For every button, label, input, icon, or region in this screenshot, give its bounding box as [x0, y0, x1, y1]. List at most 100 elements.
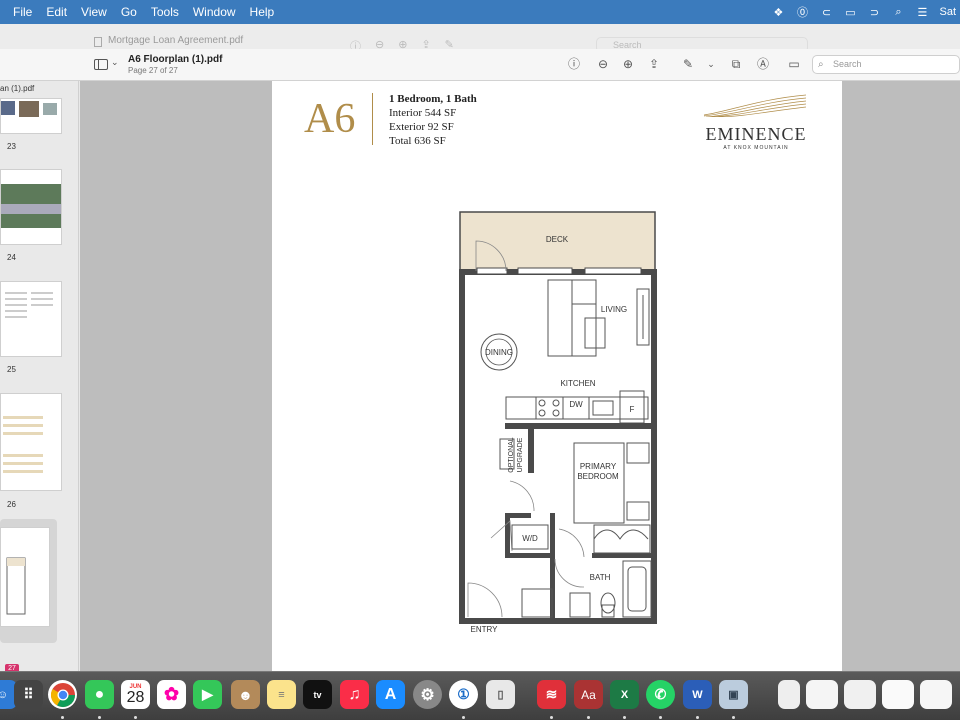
control-center-icon[interactable]: ☰ — [915, 6, 929, 19]
chevron-down-icon[interactable]: ⌄ — [704, 57, 718, 71]
room-label-living: LIVING — [600, 305, 628, 314]
menu-go[interactable]: Go — [114, 5, 144, 19]
menu-view[interactable]: View — [74, 5, 114, 19]
page-thumbnail-selected[interactable] — [0, 527, 50, 627]
page-number: 25 — [7, 365, 16, 374]
interior-walls — [505, 423, 654, 621]
calendar-day: 28 — [126, 688, 145, 706]
status-area: ❖ ⓪ ⊂ ▭ ⊃ ⌕ ☰ Sat — [771, 0, 960, 24]
running-indicator — [587, 716, 590, 719]
running-indicator — [623, 716, 626, 719]
app-store-icon[interactable]: A — [376, 680, 405, 709]
running-indicator — [696, 716, 699, 719]
running-indicator — [659, 716, 662, 719]
current-page-badge: 27 — [5, 664, 19, 671]
thumbnail-sidebar: an (1).pdf 23 24 25 26 27 — [0, 81, 79, 671]
calendar-icon[interactable]: JUN 28 — [121, 680, 150, 709]
markup-pen-icon[interactable]: ✎ — [681, 57, 695, 71]
room-label-bath: BATH — [589, 573, 611, 582]
running-indicator — [462, 716, 465, 719]
sidebar-toggle-icon[interactable] — [94, 59, 108, 70]
search-icon: ⌕ — [818, 59, 824, 70]
onepassword-icon[interactable]: ① — [449, 680, 478, 709]
screen-share-icon[interactable]: ⊃ — [867, 6, 881, 19]
word-icon[interactable]: W — [683, 680, 712, 709]
facetime-icon[interactable]: ▶ — [193, 680, 222, 709]
optional-upgrade-label: OPTIONAL UPGRADE — [508, 437, 524, 473]
menu-window[interactable]: Window — [186, 5, 243, 19]
page-number: 23 — [7, 142, 16, 151]
menu-tools[interactable]: Tools — [144, 5, 186, 19]
recent-window-thumbnail[interactable] — [778, 680, 800, 709]
whatsapp-icon[interactable]: ✆ — [646, 680, 675, 709]
page-indicator: Page 27 of 27 — [128, 66, 178, 75]
search-input[interactable]: ⌕ Search — [812, 55, 960, 74]
onepassword-icon[interactable]: ⓪ — [795, 6, 809, 19]
fridge-label: F — [629, 405, 635, 414]
tv-icon[interactable]: tv — [303, 680, 332, 709]
chevron-down-icon[interactable]: ⌄ — [111, 57, 119, 68]
dishwasher-label: DW — [569, 400, 583, 409]
markup-icon[interactable]: Ⓐ — [756, 57, 770, 71]
dictionary-icon[interactable]: Aa — [574, 680, 603, 709]
recent-window-thumbnail[interactable] — [882, 680, 914, 709]
page-thumbnail[interactable] — [0, 98, 62, 134]
running-indicator — [550, 716, 553, 719]
exterior-walls — [459, 269, 657, 624]
info-icon[interactable]: ⓘ — [567, 57, 581, 71]
living-furniture — [547, 279, 650, 357]
recent-window-thumbnail[interactable] — [806, 680, 838, 709]
page-thumbnail[interactable] — [0, 169, 62, 245]
rotate-icon[interactable]: ⧉ — [729, 57, 743, 71]
launchpad-icon[interactable]: ⠿ — [14, 680, 43, 709]
background-window-title[interactable]: Mortgage Loan Agreement.pdf — [108, 35, 243, 46]
room-label-deck: DECK — [545, 235, 569, 244]
spark-icon[interactable]: ≋ — [537, 680, 566, 709]
music-icon[interactable]: ♫ — [340, 680, 369, 709]
room-label-bedroom-line2: BEDROOM — [577, 472, 619, 481]
running-indicator — [134, 716, 137, 719]
preview-icon[interactable]: ▣ — [719, 680, 748, 709]
share-icon[interactable]: ⇪ — [647, 57, 661, 71]
recent-window-thumbnail[interactable] — [920, 680, 952, 709]
pdf-page: A6 1 Bedroom, 1 Bath Interior 544 SF Ext… — [272, 81, 842, 671]
running-indicator — [732, 716, 735, 719]
page-number: 26 — [7, 500, 16, 509]
menu-help[interactable]: Help — [243, 5, 282, 19]
thumbnail-image — [1, 101, 57, 117]
preview-window: ⌄ A6 Floorplan (1).pdf Page 27 of 27 ⓘ ⊖… — [0, 49, 960, 671]
menu-bar: File Edit View Go Tools Window Help ❖ ⓪ … — [0, 0, 960, 24]
room-label-entry: ENTRY — [470, 625, 498, 634]
form-fill-icon[interactable]: ▭ — [787, 57, 801, 71]
floorplan-drawing — [459, 211, 657, 624]
zoom-out-icon[interactable]: ⊖ — [596, 57, 610, 71]
photos-icon[interactable]: ✿ — [157, 680, 186, 709]
background-window: Mortgage Loan Agreement.pdf ⓘ ⊖ ⊕ ⇪ ✎ Se… — [0, 24, 960, 73]
contacts-icon[interactable]: ☻ — [231, 680, 260, 709]
dock: ☺ ⠿ ● JUN 28 ✿ ▶ ☻ ≡ tv ♫ A ⚙ ① ▯ ≋ Aa X… — [0, 671, 960, 720]
notes-icon[interactable]: ≡ — [267, 680, 296, 709]
clock[interactable]: Sat — [939, 6, 956, 18]
thumbnail-image — [5, 292, 53, 318]
menu-file[interactable]: File — [6, 5, 39, 19]
link-icon[interactable]: ⊂ — [819, 6, 833, 19]
room-label-kitchen: KITCHEN — [560, 379, 596, 388]
dropbox-icon[interactable]: ❖ — [771, 6, 785, 19]
page-thumbnail[interactable] — [0, 393, 62, 491]
recent-window-thumbnail[interactable] — [844, 680, 876, 709]
excel-icon[interactable]: X — [610, 680, 639, 709]
washer-dryer-label: W/D — [522, 534, 538, 543]
system-settings-icon[interactable]: ⚙ — [413, 680, 442, 709]
messages-icon[interactable]: ● — [85, 680, 114, 709]
document-view: A6 1 Bedroom, 1 Bath Interior 544 SF Ext… — [80, 81, 960, 671]
search-placeholder: Search — [833, 59, 862, 69]
preview-toolbar: ⌄ A6 Floorplan (1).pdf Page 27 of 27 ⓘ ⊖… — [0, 49, 960, 81]
battery-icon[interactable]: ▭ — [843, 6, 857, 19]
spotlight-icon[interactable]: ⌕ — [891, 6, 905, 18]
screen-mirroring-icon[interactable]: ▯ — [486, 680, 515, 709]
zoom-in-icon[interactable]: ⊕ — [621, 57, 635, 71]
page-thumbnail[interactable] — [0, 281, 62, 357]
menu-edit[interactable]: Edit — [39, 5, 74, 19]
document-title[interactable]: A6 Floorplan (1).pdf — [128, 54, 222, 65]
chrome-icon[interactable] — [48, 680, 77, 709]
